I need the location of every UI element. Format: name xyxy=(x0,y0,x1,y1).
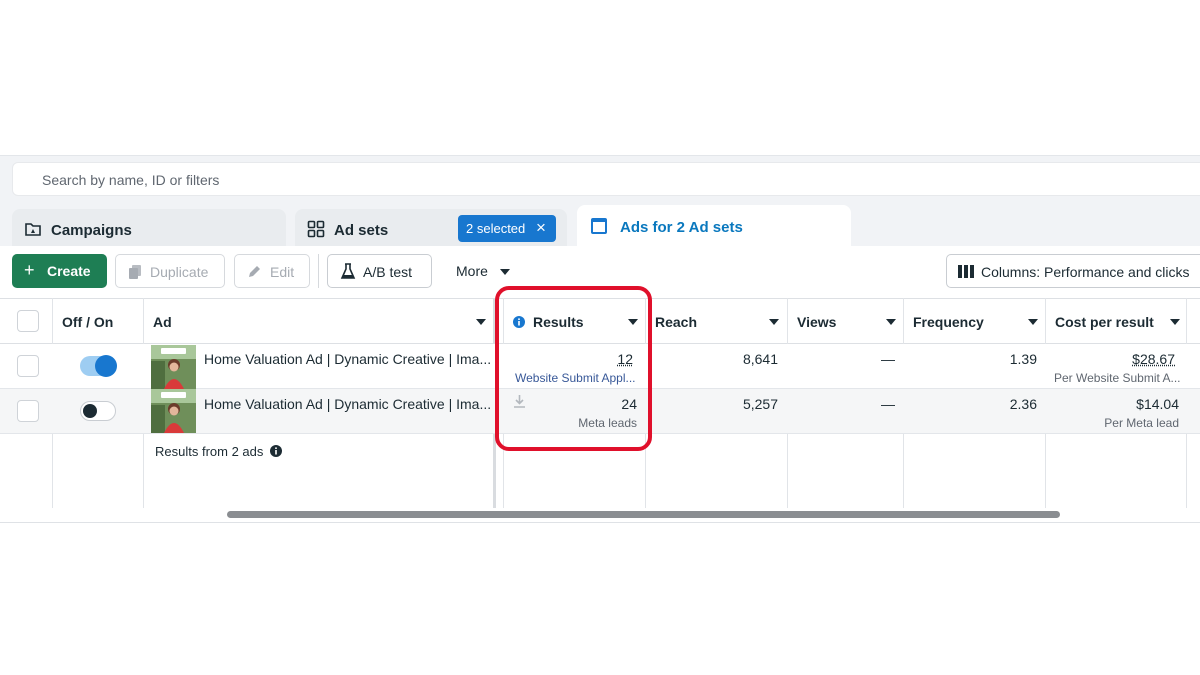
column-header-ad[interactable]: Ad xyxy=(153,314,172,330)
column-header-off-on[interactable]: Off / On xyxy=(62,314,113,330)
views-value: — xyxy=(881,351,895,367)
tab-campaigns-label: Campaigns xyxy=(51,222,132,239)
cost-value[interactable]: $28.67 xyxy=(1080,351,1175,367)
plus-icon: + xyxy=(24,260,35,280)
create-button[interactable]: + Create xyxy=(12,254,107,288)
columns-label: Columns: Performance and clicks xyxy=(981,264,1190,280)
selected-badge[interactable]: 2 selected × xyxy=(458,215,556,242)
cost-type: Per Website Submit A... xyxy=(1054,371,1181,385)
chevron-down-icon[interactable] xyxy=(1028,319,1038,325)
ad-name[interactable]: Home Valuation Ad | Dynamic Creative | I… xyxy=(204,351,491,367)
more-label: More xyxy=(456,263,488,279)
horizontal-scrollbar[interactable] xyxy=(227,511,1060,518)
create-label: Create xyxy=(47,263,91,279)
results-highlight-box xyxy=(495,286,652,451)
selected-badge-label: 2 selected xyxy=(466,221,526,236)
ab-test-label: A/B test xyxy=(363,264,413,280)
ad-window-icon xyxy=(591,218,607,234)
column-header-reach[interactable]: Reach xyxy=(655,314,697,330)
ab-test-button[interactable]: A/B test xyxy=(327,254,432,288)
edit-button[interactable]: Edit xyxy=(234,254,310,288)
reach-value: 8,641 xyxy=(742,351,778,367)
frequency-value: 1.39 xyxy=(1009,351,1037,367)
grid-icon xyxy=(307,220,325,238)
row-checkbox[interactable] xyxy=(17,400,39,422)
search-placeholder: Search by name, ID or filters xyxy=(42,172,220,188)
copy-icon xyxy=(129,265,141,279)
chevron-down-icon[interactable] xyxy=(769,319,779,325)
edit-label: Edit xyxy=(270,264,295,280)
flask-icon xyxy=(340,263,356,279)
info-icon[interactable] xyxy=(270,445,282,457)
results-summary: Results from 2 ads xyxy=(155,444,282,459)
frequency-value: 2.36 xyxy=(1009,396,1037,412)
ad-name[interactable]: Home Valuation Ad | Dynamic Creative | I… xyxy=(204,396,491,412)
folder-icon xyxy=(25,223,41,236)
chevron-down-icon[interactable] xyxy=(886,319,896,325)
ad-thumbnail xyxy=(151,345,196,389)
chevron-down-icon[interactable] xyxy=(476,319,486,325)
toolbar-divider xyxy=(318,254,319,288)
column-header-cost-per-result[interactable]: Cost per result xyxy=(1055,314,1154,330)
columns-button[interactable]: Columns: Performance and clicks xyxy=(946,254,1200,288)
ad-toggle[interactable] xyxy=(80,401,116,421)
duplicate-label: Duplicate xyxy=(150,264,209,280)
select-all-checkbox[interactable] xyxy=(17,310,39,332)
more-button[interactable]: More xyxy=(445,254,520,288)
reach-value: 5,257 xyxy=(742,396,778,412)
columns-icon xyxy=(958,265,974,278)
column-header-views[interactable]: Views xyxy=(797,314,836,330)
close-icon[interactable]: × xyxy=(536,218,546,238)
tab-ad-sets-label: Ad sets xyxy=(334,222,389,239)
row-checkbox[interactable] xyxy=(17,355,39,377)
search-bar[interactable]: Search by name, ID or filters xyxy=(12,162,1200,196)
chevron-down-icon xyxy=(500,269,510,275)
views-value: — xyxy=(881,396,895,412)
tab-ads-label: Ads for 2 Ad sets xyxy=(620,219,743,236)
results-summary-label: Results from 2 ads xyxy=(155,444,264,459)
ad-thumbnail xyxy=(151,389,196,433)
pencil-icon xyxy=(249,266,260,277)
cost-type: Per Meta lead xyxy=(1104,416,1179,430)
ad-toggle[interactable] xyxy=(80,355,117,377)
column-header-frequency[interactable]: Frequency xyxy=(913,314,984,330)
chevron-down-icon[interactable] xyxy=(1170,319,1180,325)
duplicate-button[interactable]: Duplicate xyxy=(115,254,225,288)
cost-value: $14.04 xyxy=(1136,396,1179,412)
